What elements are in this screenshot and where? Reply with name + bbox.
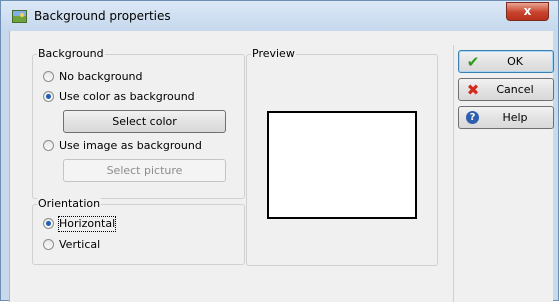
background-group: Background No background Use color as ba… [32,48,245,199]
ok-button-label: OK [507,55,523,68]
window-title: Background properties [34,9,171,23]
radio-button[interactable] [43,91,54,102]
dialog-body: Background No background Use color as ba… [9,31,554,302]
background-group-title: Background [37,47,105,60]
select-picture-button[interactable]: Select picture [63,159,226,182]
help-button-label: Help [502,111,528,124]
preview-group-title: Preview [251,47,296,60]
orientation-group-title: Orientation [37,197,102,210]
cancel-button[interactable]: ✖ Cancel [458,78,554,101]
radio-button[interactable] [43,218,54,229]
dialog-window: Background properties x Background No ba… [0,0,559,302]
radio-label: Use color as background [59,90,195,103]
radio-label: Use image as background [59,139,202,152]
radio-label: Horizontal [57,216,117,232]
help-icon: ? [466,111,479,124]
radio-label: Vertical [59,238,101,251]
preview-swatch [267,111,417,219]
ok-button[interactable]: ✔ OK [458,50,554,73]
radio-label: No background [59,70,143,83]
close-button[interactable]: x [506,2,549,21]
help-button[interactable]: ? Help [458,106,554,129]
vertical-divider [453,45,454,302]
select-color-button[interactable]: Select color [63,110,226,133]
orientation-group: Orientation Horizontal Vertical [32,198,245,265]
close-icon: x [523,4,532,18]
title-bar[interactable]: Background properties x [1,1,558,31]
picture-icon [12,10,27,23]
check-icon: ✔ [466,53,480,71]
preview-group: Preview [246,48,438,266]
radio-button[interactable] [43,239,54,250]
radio-button[interactable] [43,140,54,151]
cross-icon: ✖ [466,81,480,99]
radio-button[interactable] [43,71,54,82]
cancel-button-label: Cancel [496,83,534,96]
